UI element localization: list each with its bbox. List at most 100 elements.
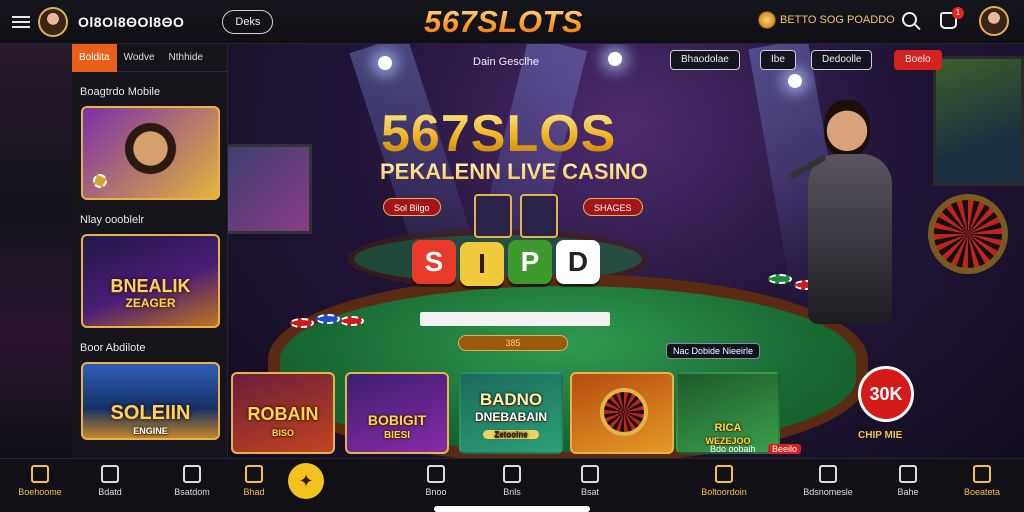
clock-icon xyxy=(427,465,445,483)
game-card-2-title: BOBIGIT xyxy=(367,412,427,428)
nav-label: Boeateta xyxy=(963,487,1001,497)
user-avatar[interactable] xyxy=(38,6,68,37)
game-card-4[interactable] xyxy=(570,372,674,454)
sidebar: Boldita Wodve Nthhide Boagtrdo Mobile Nl… xyxy=(72,43,228,458)
bonus-badge[interactable]: 30K xyxy=(858,366,914,422)
banner-subheadline: PEKALENN LIVE CASINO xyxy=(380,159,648,184)
tab-2[interactable]: Wodve xyxy=(117,44,162,72)
dealer-body xyxy=(808,154,892,324)
wall-screen xyxy=(228,144,312,234)
crown-icon xyxy=(973,465,991,483)
game-card-1-sub: BISO xyxy=(271,428,294,438)
nav-item-4[interactable]: Bhad xyxy=(224,465,284,497)
nav-label: Bdatd xyxy=(98,487,122,497)
gift-icon xyxy=(245,465,263,483)
banner-tag-right[interactable]: SHAGES xyxy=(583,198,643,216)
nav-item-11[interactable]: Boeateta xyxy=(952,465,1012,497)
nav-label: Bdsnomesle xyxy=(803,487,853,497)
nav-item-10[interactable]: Bahe xyxy=(878,465,938,497)
nav-item-6[interactable]: Bnls xyxy=(482,465,542,497)
thumb-2-title: BNEALIK xyxy=(110,276,191,296)
letter-die-1: S xyxy=(412,240,456,284)
trophy-icon xyxy=(31,465,49,483)
document-icon xyxy=(819,465,837,483)
banner-subtitle: Dain Gesclhe xyxy=(473,56,540,68)
queen-card xyxy=(520,194,558,238)
section-title-1: Boagtrdo Mobile xyxy=(80,86,161,98)
top-bar: Οl8Ol8ΘΟl8ΘΟ Deks 567SLOTS BETTO SOG POA… xyxy=(0,0,1024,44)
spotlight xyxy=(608,52,622,66)
section-title-2: Nlay oooblelr xyxy=(80,214,145,226)
sidebar-tabs: Boldita Wodve Nthhide xyxy=(72,43,227,72)
bottom-nav: Boehoome Bdatd Bsatdom Bhad Bnoo Bnls Bsat Bolt… xyxy=(0,458,1024,512)
banner-nav-2[interactable]: Ibe xyxy=(760,50,796,70)
letter-die-3: P xyxy=(508,240,552,284)
dealer-head xyxy=(824,100,870,156)
tab-1[interactable]: Boldita xyxy=(72,43,117,72)
notification-badge: 1 xyxy=(952,7,964,19)
nav-item-3[interactable]: Bsatdom xyxy=(162,465,222,497)
chip-stack-icon xyxy=(316,314,340,324)
nav-label: Boehoome xyxy=(18,487,62,497)
chip-icon xyxy=(93,174,107,188)
game-thumb-2[interactable]: BNEALIK ZEAGER xyxy=(81,234,220,328)
chip-stack-icon xyxy=(290,318,314,328)
game-card-3-sub: DNEBABAIN xyxy=(475,410,547,424)
slot-icon xyxy=(503,465,521,483)
nav-label: Bnls xyxy=(503,487,521,497)
id-icon xyxy=(715,465,733,483)
banner-nav-4[interactable]: Boelo xyxy=(894,50,942,70)
banner-nav-1[interactable]: Bhaodolae xyxy=(670,50,740,70)
game-card-2[interactable]: BOBIGIT BIESI xyxy=(345,372,449,454)
game-thumb-1[interactable] xyxy=(81,106,220,200)
balance-display[interactable]: BETTO SOG POADDO xyxy=(758,11,895,29)
username: Οl8Ol8ΘΟl8ΘΟ xyxy=(78,13,185,30)
nav-item-7[interactable]: Bsat xyxy=(560,465,620,497)
game-thumb-3[interactable]: SOLEIIN ENGINE xyxy=(81,362,220,440)
letter-die-4: D xyxy=(556,240,600,284)
nav-item-8[interactable]: Boltoordoin xyxy=(694,465,754,497)
game-card-3-tag: Zetoolne xyxy=(483,430,539,439)
game-card-1[interactable]: ROBAIN BISO xyxy=(231,372,335,454)
balance-label: BETTO SOG POADDO xyxy=(780,14,895,26)
nav-item-2[interactable]: Bdatd xyxy=(80,465,140,497)
banner-headline: 567SLOS xyxy=(381,105,617,163)
home-indicator xyxy=(434,506,590,512)
nav-label: Bahe xyxy=(897,487,919,497)
spotlight xyxy=(788,74,802,88)
chip-stack-icon xyxy=(340,316,364,326)
promo-badge[interactable]: Beeilo xyxy=(768,444,802,454)
game-card-3-title: BADNO xyxy=(479,390,543,409)
nav-item-1[interactable]: Boehoome xyxy=(10,465,70,497)
banner-nav-3[interactable]: Dedoolle xyxy=(811,50,873,70)
dice-icon xyxy=(581,465,599,483)
nav-item-5[interactable]: Bnoo xyxy=(406,465,466,497)
game-card-1-title: ROBAIN xyxy=(247,404,319,424)
banner-tag-left[interactable]: Sol Bilgo xyxy=(383,198,441,216)
nav-label: Bnoo xyxy=(425,487,447,497)
spin-fab-icon[interactable]: ✦ xyxy=(288,463,324,499)
section-title-3: Boor Abdilote xyxy=(80,342,146,354)
site-logo[interactable]: 567SLOTS xyxy=(424,4,583,40)
nav-label: Bsatdom xyxy=(174,487,210,497)
wall-tv xyxy=(933,56,1024,186)
menu-icon[interactable] xyxy=(12,13,30,31)
thumb-3-subtitle: ENGINE xyxy=(133,426,168,436)
game-card-5[interactable]: RICA WEZEJOO xyxy=(676,372,780,454)
coin-icon xyxy=(758,11,776,29)
nav-item-9[interactable]: Bdsnomesle xyxy=(798,465,858,497)
game-stats: Nac Dobide Nieeirle xyxy=(666,343,761,359)
profile-avatar[interactable] xyxy=(979,6,1009,36)
promo-caption: Bdo oobaih xyxy=(710,444,756,454)
game-card-3[interactable]: BADNO DNEBABAIN Zetoolne xyxy=(459,372,563,454)
spotlight xyxy=(378,56,392,70)
chat-icon xyxy=(183,465,201,483)
roulette-wheel xyxy=(928,194,1008,274)
bet-row xyxy=(420,312,610,326)
tab-3[interactable]: Nthhide xyxy=(162,44,210,72)
hero-banner: Dain Gesclhe Bhaodolae Ibe Dedoolle Boel… xyxy=(228,44,1024,458)
search-icon[interactable] xyxy=(902,12,917,27)
gift-tag: CHIP MIE xyxy=(858,430,903,441)
header-button[interactable]: Deks xyxy=(222,9,274,34)
bet-amount[interactable]: 385 xyxy=(458,335,568,351)
